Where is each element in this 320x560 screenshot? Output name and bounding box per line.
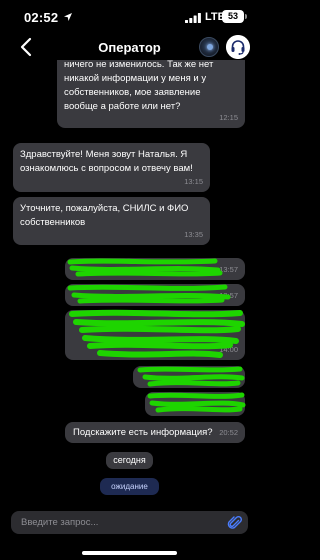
message-time: 14:00 — [219, 345, 238, 354]
headset-icon[interactable] — [226, 35, 250, 59]
message-outgoing: Подскажите есть информация? 20:52 — [65, 422, 245, 443]
status-badge: ожидание — [100, 478, 159, 495]
message-time: 13:35 — [184, 230, 203, 239]
message-list[interactable]: ничего не изменилось. Так же нет никакой… — [0, 60, 259, 505]
message-text: Здравствуйте! Меня зовут Наталья. Я озна… — [20, 149, 193, 174]
message-text: Уточните, пожалуйста, СНИЛС и ФИО собств… — [20, 203, 189, 228]
page-title: Оператор — [98, 40, 161, 55]
date-divider: сегодня — [106, 452, 153, 469]
signal-bars-icon — [185, 13, 201, 23]
status-bar: 02:52 LTE 53 — [0, 0, 259, 34]
message-outgoing-redacted: 13:57 — [65, 284, 245, 306]
message-time: 12:15 — [219, 113, 238, 122]
home-indicator — [82, 551, 177, 555]
chat-header: Оператор — [0, 34, 259, 60]
message-text: ничего не изменилось. Так же нет никакой… — [64, 60, 214, 112]
status-time: 02:52 — [24, 10, 59, 25]
message-outgoing: ничего не изменилось. Так же нет никакой… — [57, 60, 245, 128]
message-outgoing-redacted — [133, 366, 245, 388]
input-container — [11, 511, 248, 534]
message-outgoing-redacted: 14:00 — [65, 310, 245, 360]
location-arrow-icon — [64, 13, 72, 21]
avatar-eye — [207, 44, 213, 50]
battery-indicator: 53 — [222, 10, 247, 23]
message-incoming: Уточните, пожалуйста, СНИЛС и ФИО собств… — [13, 197, 210, 245]
chat-screen: 02:52 LTE 53 Оператор ничего не изменило… — [0, 0, 259, 560]
message-composer — [0, 505, 259, 560]
message-time: 13:57 — [219, 291, 238, 300]
message-outgoing-redacted — [145, 392, 245, 416]
message-time: 13:15 — [184, 177, 203, 186]
message-input[interactable] — [21, 511, 221, 534]
message-time: 13:57 — [219, 265, 238, 274]
paperclip-icon[interactable] — [227, 515, 243, 531]
message-text: Подскажите есть информация? — [73, 427, 213, 438]
message-outgoing-redacted: 13:57 — [65, 258, 245, 280]
message-incoming: Здравствуйте! Меня зовут Наталья. Я озна… — [13, 143, 210, 192]
avatar — [199, 37, 219, 57]
message-time: 20:52 — [219, 428, 238, 437]
